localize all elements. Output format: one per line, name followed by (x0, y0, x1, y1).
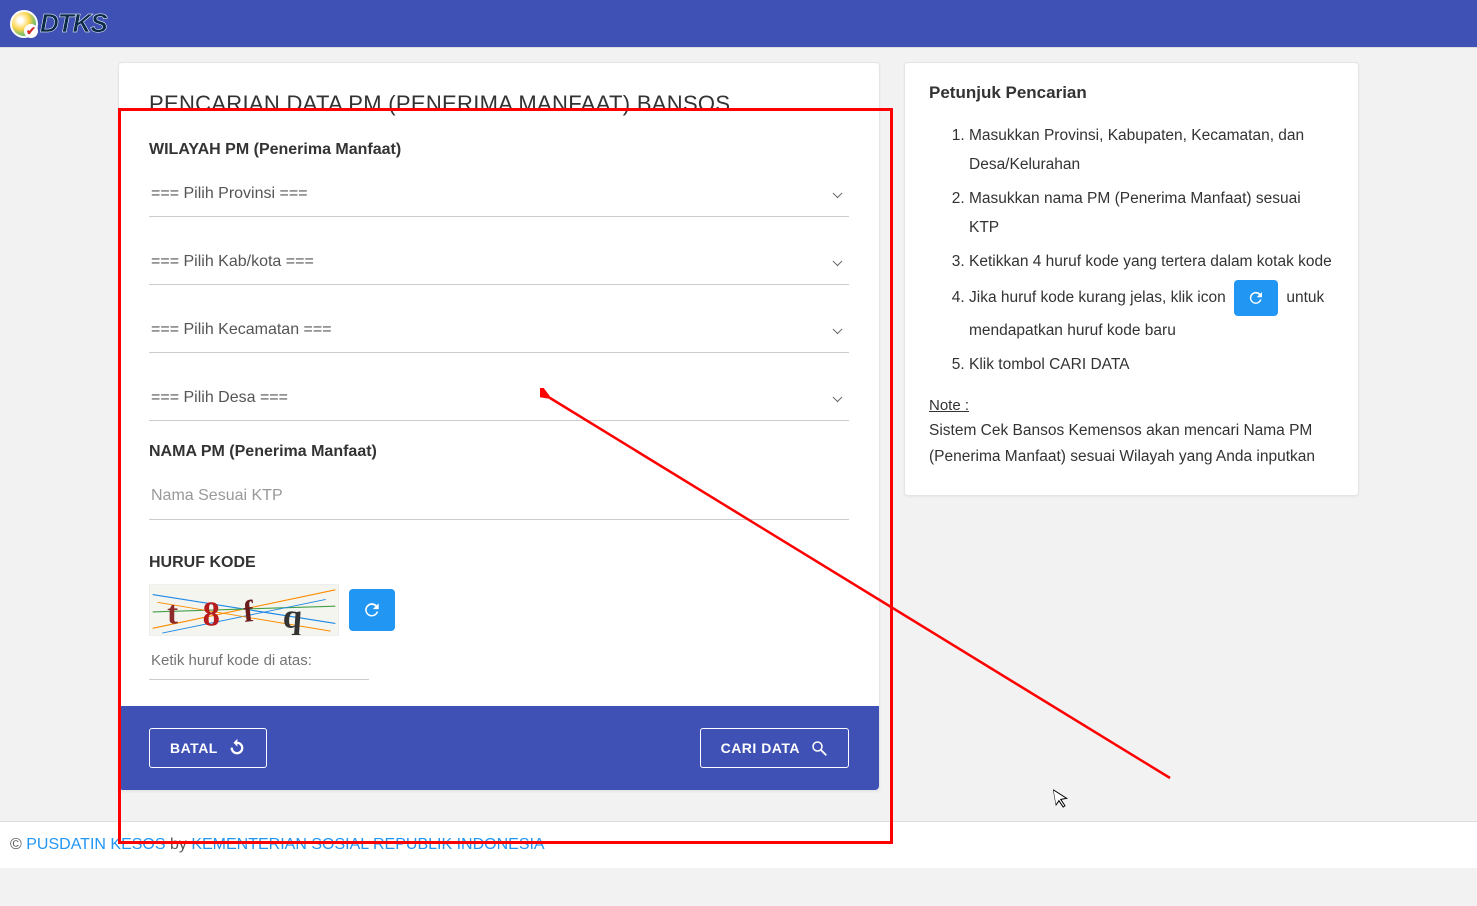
wilayah-label: WILAYAH PM (Penerima Manfaat) (149, 141, 849, 159)
svg-text:f: f (242, 594, 256, 629)
refresh-icon (362, 600, 382, 620)
kode-label: HURUF KODE (149, 554, 849, 572)
instructions-title: Petunjuk Pencarian (929, 83, 1334, 103)
cari-label: CARI DATA (721, 740, 800, 756)
footer-link-kemensos[interactable]: KEMENTERIAN SOSIAL REPUBLIK INDONESIA (191, 836, 544, 853)
action-bar: BATAL CARI DATA (119, 706, 879, 790)
batal-button[interactable]: BATAL (149, 728, 267, 768)
captcha-input[interactable] (149, 642, 369, 680)
instructions-card: Petunjuk Pencarian Masukkan Provinsi, Ka… (904, 62, 1359, 496)
cari-data-button[interactable]: CARI DATA (700, 728, 849, 768)
instruction-step-4: Jika huruf kode kurang jelas, klik icon … (969, 280, 1334, 345)
refresh-captcha-button[interactable] (349, 589, 395, 631)
header-bar: DTKS (0, 0, 1477, 48)
reset-icon (228, 739, 246, 757)
page-title: PENCARIAN DATA PM (PENERIMA MANFAAT) BAN… (149, 91, 849, 117)
svg-text:q: q (282, 597, 304, 635)
search-icon (810, 739, 828, 757)
captcha-image: t 8 f q (149, 584, 339, 636)
logo: DTKS (10, 8, 107, 39)
footer: © PUSDATIN KESOS by KEMENTERIAN SOSIAL R… (0, 821, 1477, 868)
search-card: PENCARIAN DATA PM (PENERIMA MANFAAT) BAN… (118, 62, 880, 791)
provinsi-select[interactable]: === Pilih Provinsi === (149, 171, 849, 217)
instruction-step-3: Ketikkan 4 huruf kode yang tertera dalam… (969, 247, 1334, 276)
kabkota-select[interactable]: === Pilih Kab/kota === (149, 239, 849, 285)
kecamatan-select[interactable]: === Pilih Kecamatan === (149, 307, 849, 353)
note-label: Note : (929, 397, 1334, 414)
nama-input[interactable] (149, 473, 849, 520)
inline-refresh-icon-example (1234, 280, 1278, 316)
instruction-step-5: Klik tombol CARI DATA (969, 350, 1334, 379)
batal-label: BATAL (170, 740, 218, 756)
instructions-list: Masukkan Provinsi, Kabupaten, Kecamatan,… (929, 121, 1334, 379)
nama-label: NAMA PM (Penerima Manfaat) (149, 443, 849, 461)
svg-text:8: 8 (203, 595, 220, 633)
refresh-icon (1247, 289, 1265, 307)
instruction-step-1: Masukkan Provinsi, Kabupaten, Kecamatan,… (969, 121, 1334, 180)
desa-select[interactable]: === Pilih Desa === (149, 375, 849, 421)
note-text: Sistem Cek Bansos Kemensos akan mencari … (929, 418, 1334, 471)
footer-link-pusdatin[interactable]: PUSDATIN KESOS (26, 836, 165, 853)
svg-text:t: t (167, 595, 178, 631)
logo-text: DTKS (40, 8, 107, 39)
cursor-icon (1053, 787, 1073, 814)
instruction-step-2: Masukkan nama PM (Penerima Manfaat) sesu… (969, 184, 1334, 243)
logo-icon (10, 10, 38, 38)
